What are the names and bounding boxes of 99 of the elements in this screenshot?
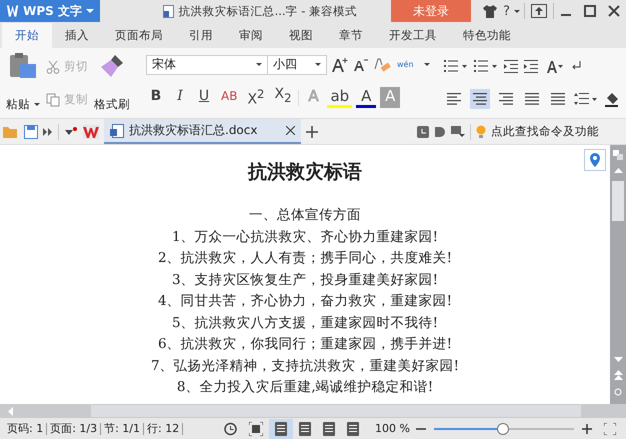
save-icon[interactable]	[24, 124, 38, 138]
more-icon[interactable]	[43, 126, 53, 136]
vertical-scrollbar[interactable]	[610, 145, 626, 404]
zoom-slider[interactable]	[434, 422, 574, 434]
app-menu-button[interactable]: WPS 文字	[0, 0, 100, 22]
ribbon-tab[interactable]: 引用	[176, 23, 226, 48]
grow-font-icon[interactable]	[331, 56, 349, 73]
app-name: WPS 文字	[23, 2, 82, 20]
format-button[interactable]: X$_{2}$	[271, 85, 294, 110]
split-icon	[613, 150, 623, 160]
d-icon[interactable]	[434, 126, 446, 138]
format-button[interactable]: X$^{2}$	[244, 84, 268, 112]
page-icon	[299, 422, 312, 436]
comment-icon[interactable]	[451, 126, 465, 138]
ribbon-tab[interactable]: 页面布局	[102, 23, 176, 48]
slider-thumb[interactable]	[496, 422, 509, 434]
align-icon	[498, 92, 513, 104]
document-tab[interactable]: 抗洪救灾标语汇总.docx	[104, 119, 302, 144]
clock-icon[interactable]	[417, 126, 429, 138]
text-line: 4、同甘共苦，齐心协力，奋力救灾，重建家园!	[158, 292, 452, 311]
format-painter-button[interactable]: 格式刷	[92, 50, 132, 116]
caret-icon	[514, 10, 520, 12]
document-icon	[110, 124, 124, 138]
status-text: 页码: 1	[6, 421, 44, 436]
phonetic-guide-button[interactable]: wén	[395, 60, 416, 70]
format-button[interactable]: I	[170, 87, 190, 108]
page-icon	[323, 422, 336, 436]
ribbon-tab[interactable]: 审阅	[226, 23, 276, 48]
ribbon-tab[interactable]: 插入	[52, 23, 102, 48]
list-icon[interactable]	[474, 58, 498, 72]
clipboard-icon	[8, 52, 38, 80]
align-icon	[550, 92, 565, 104]
text-line: 8、全力投入灾后重建,竭诚维护稳定和谐!	[176, 378, 434, 397]
format-button[interactable]: U	[194, 87, 214, 108]
status-text: 行: 12	[146, 421, 180, 436]
window-title: 抗洪救灾标语汇总...字 - 兼容模式	[178, 4, 358, 18]
list-icon[interactable]	[444, 58, 468, 72]
history-icon[interactable]	[223, 422, 238, 436]
align-button[interactable]	[470, 88, 490, 108]
format-button[interactable]: B	[146, 87, 166, 108]
help-button[interactable]: ?	[503, 4, 510, 18]
text-line: 2、抗洪救灾，人人有责；携手同心，共度难关!	[158, 249, 452, 268]
zoom-in-icon[interactable]	[582, 424, 592, 434]
document-icon	[162, 4, 174, 18]
caret-icon	[86, 9, 94, 13]
command-search-link[interactable]: 点此查找命令及功能	[491, 124, 599, 139]
clear-format-icon[interactable]	[373, 56, 391, 73]
indent-icon[interactable]	[524, 58, 538, 72]
shirt-icon[interactable]	[483, 4, 498, 18]
text-line: 3、支持灾区恢复生产，投身重建美好家园!	[172, 270, 438, 290]
text-line: 5、抗洪救灾八方支援，重建家园时不我待!	[172, 314, 438, 332]
upload-icon[interactable]	[531, 4, 547, 18]
w-logo-icon	[6, 4, 20, 18]
text-line: 6、抗洪救灾，你我同行；重建家园，携手并进!	[158, 335, 452, 354]
page-icon	[347, 422, 360, 436]
status-text: 页面: 1/3	[49, 421, 98, 436]
align-icon	[524, 92, 539, 104]
indent-icon[interactable]	[504, 58, 518, 72]
horizontal-scrollbar[interactable]	[0, 404, 626, 418]
close-icon[interactable]	[286, 126, 296, 135]
lightbulb-icon	[476, 124, 486, 138]
zoom-percentage[interactable]: 100 %	[375, 422, 410, 435]
close-icon[interactable]	[608, 5, 620, 17]
align-icon	[446, 92, 461, 104]
fullscreen-icon[interactable]	[249, 422, 264, 436]
paste-button[interactable]: 粘贴	[4, 50, 42, 116]
status-text: 节: 1/1	[103, 421, 142, 436]
align-icon	[472, 92, 487, 104]
ribbon-tab[interactable]: 开始	[2, 23, 52, 48]
location-pin-icon[interactable]	[584, 149, 606, 171]
text-line: 一、总体宣传方面	[249, 206, 361, 225]
view-mode-button[interactable]	[269, 418, 294, 438]
color-button[interactable]: A	[356, 87, 376, 108]
line-spacing-icon[interactable]	[574, 92, 598, 106]
font-size-dropdown[interactable]: 小四	[267, 54, 327, 75]
ribbon-tab[interactable]: 视图	[276, 23, 326, 48]
scroll-thumb[interactable]	[91, 405, 581, 417]
w-logo-icon[interactable]	[83, 124, 99, 138]
paste-label: 粘贴	[6, 97, 40, 112]
font-name-dropdown[interactable]: 宋体	[146, 54, 268, 75]
page-icon	[275, 422, 288, 436]
ribbon-tab[interactable]: 开发工具	[376, 23, 450, 48]
scissors-icon	[46, 60, 60, 74]
new-tab-icon[interactable]	[306, 126, 318, 138]
color-button[interactable]: ab	[327, 87, 352, 108]
copy-icon	[46, 92, 60, 106]
fit-window-icon[interactable]	[604, 422, 616, 434]
dropdown-icon[interactable]	[64, 126, 78, 136]
format-painter-label: 格式刷	[94, 97, 130, 112]
text-line: 1、万众一心抗洪救灾、齐心协力重建家园!	[172, 228, 438, 246]
ribbon-tab[interactable]: 特色功能	[450, 23, 524, 48]
ribbon-tab[interactable]: 章节	[326, 23, 376, 48]
maximize-icon[interactable]	[584, 5, 596, 17]
text-line: 7、弘扬光泽精神，支持抗洪救灾，重建美好家园!	[150, 356, 459, 376]
format-button[interactable]: AB	[218, 87, 240, 108]
scroll-thumb[interactable]	[612, 181, 624, 221]
document-title: 抗洪救灾标语	[248, 160, 362, 185]
shrink-font-icon[interactable]	[353, 58, 369, 72]
document-tab-label: 抗洪救灾标语汇总.docx	[129, 122, 258, 139]
